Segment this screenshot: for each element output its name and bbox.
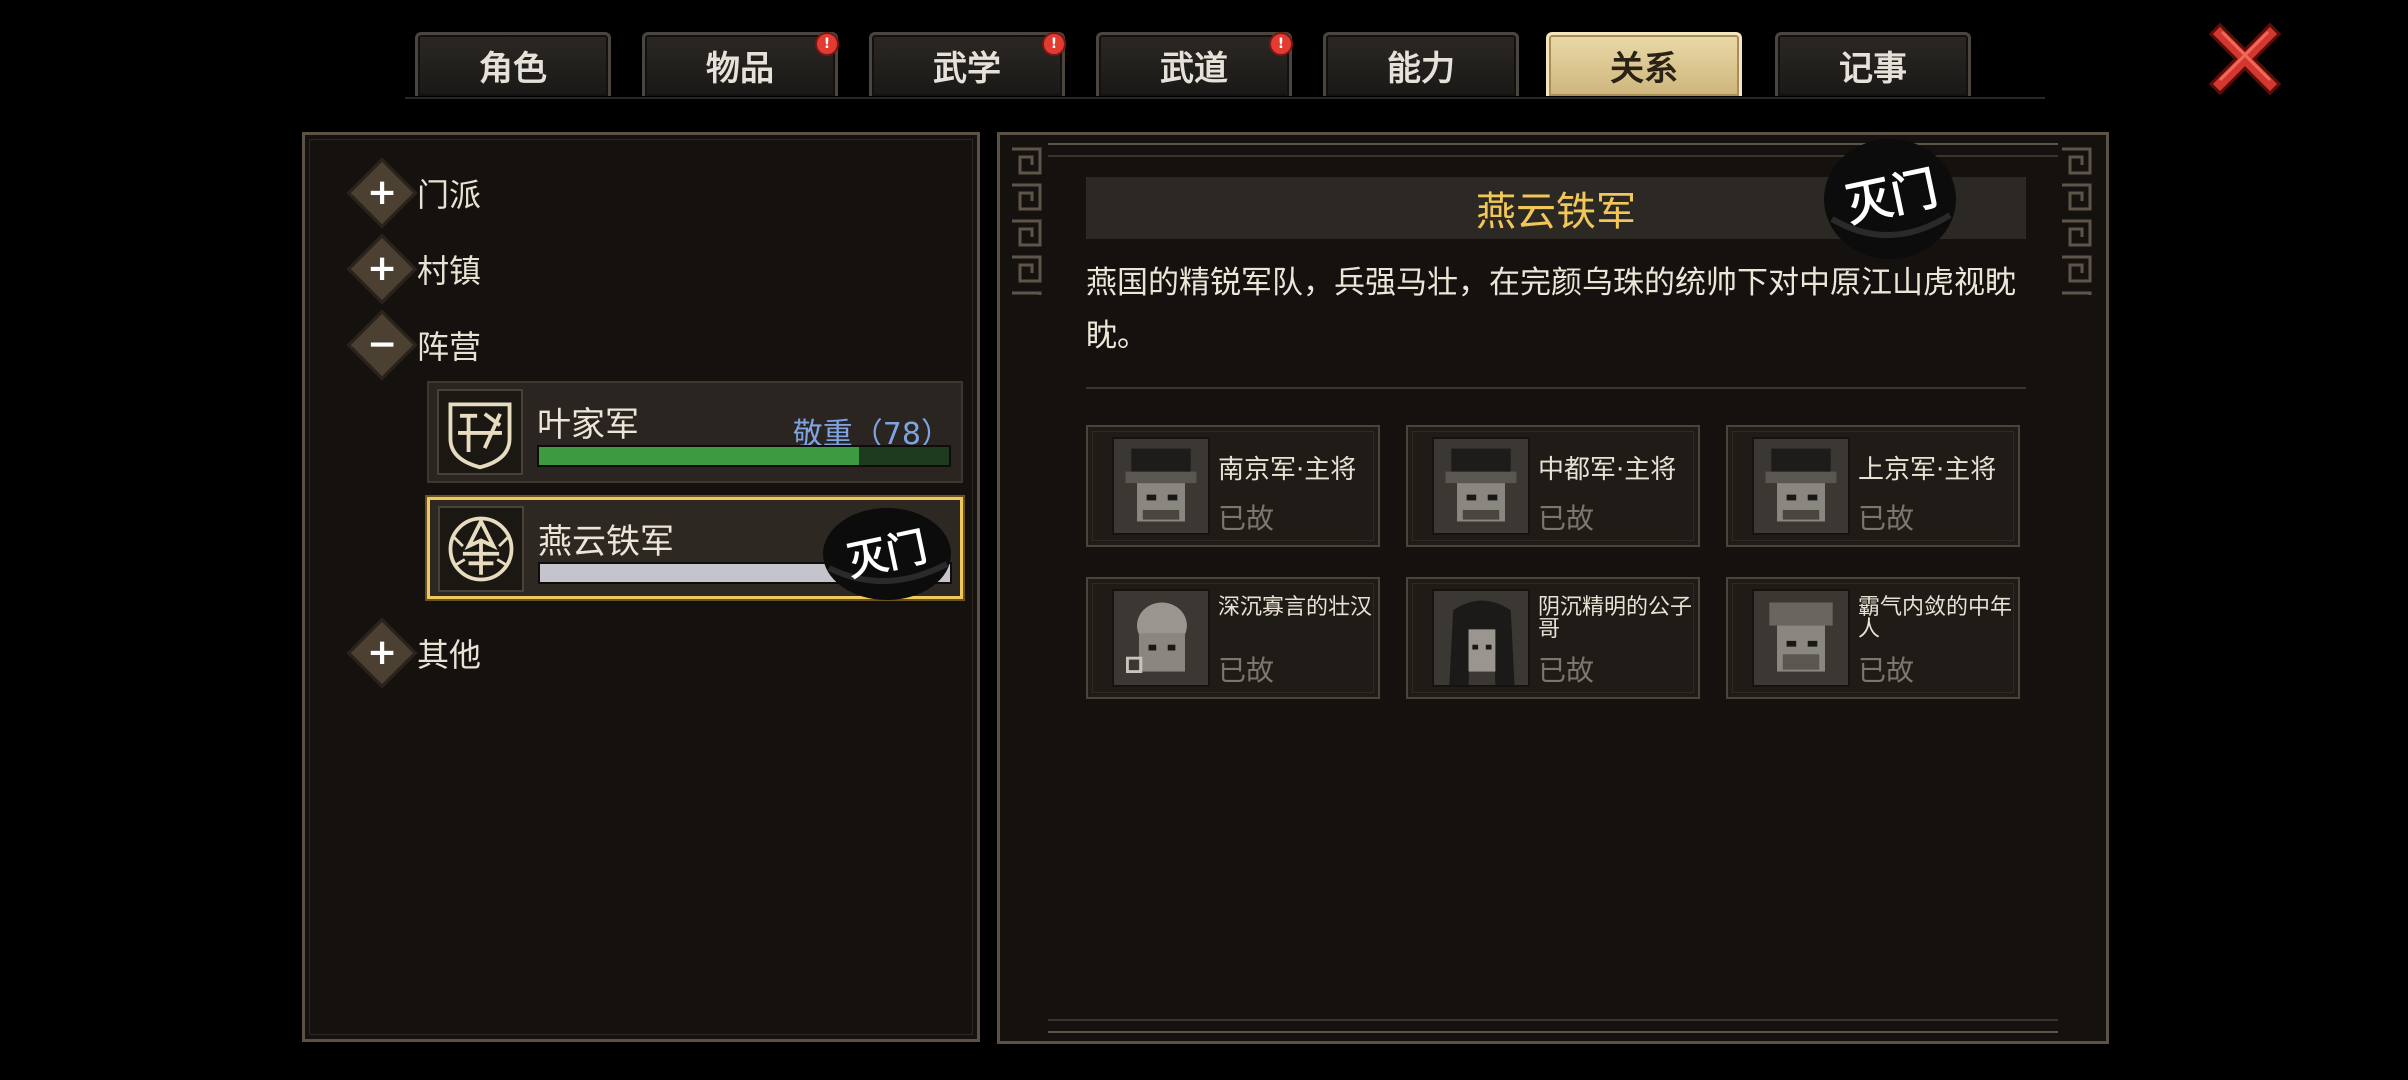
border-bottom-line (1048, 1019, 2058, 1033)
faction-item-yejiajun[interactable]: 叶家军 敬重（78） (427, 381, 963, 483)
notification-badge: ! (815, 32, 839, 56)
faction-detail-panel: 燕云铁军 灭门 燕国的精锐军队，兵强马壮，在完颜乌珠的统帅下对中原江山虎视眈眈。… (997, 132, 2109, 1044)
minus-icon: − (346, 309, 418, 381)
tab-bar: 角色 物品 ! 武学 ! 武道 ! 能力 关系 记事 (0, 0, 2408, 100)
relations-category-panel: + 门派 + 村镇 − 阵营 叶家军 敬重（78） 燕云铁军 灭门 + 其他 (302, 132, 980, 1042)
long-hair-portrait-icon (1432, 589, 1530, 687)
member-name: 中都军·主将 (1538, 455, 1677, 485)
tab-label: 角色 (479, 49, 547, 89)
category-other[interactable]: + 其他 (346, 617, 482, 689)
tab-martial-way[interactable]: 武道 ! (1096, 32, 1293, 96)
tab-label: 关系 (1610, 49, 1678, 89)
faction-name: 叶家军 (537, 405, 639, 445)
tab-relations[interactable]: 关系 (1546, 32, 1742, 96)
tab-items[interactable]: 物品 ! (642, 32, 839, 96)
tab-journal[interactable]: 记事 (1775, 32, 1971, 96)
helmet-portrait-icon (1752, 437, 1850, 535)
member-status: 已故 (1538, 502, 1595, 535)
destroyed-stamp-icon: 灭门 (815, 506, 955, 602)
category-factions[interactable]: − 阵营 (346, 309, 482, 381)
armored-man-portrait-icon (1752, 589, 1850, 687)
plus-icon: + (346, 617, 418, 689)
faction-title: 燕云铁军 (1476, 189, 1636, 235)
faction-name: 燕云铁军 (538, 522, 674, 562)
destroyed-stamp-icon: 灭门 (1820, 135, 1960, 261)
member-name: 南京军·主将 (1218, 455, 1357, 485)
reputation-bar (537, 445, 951, 467)
helmet-portrait-icon (1112, 437, 1210, 535)
member-card[interactable]: 霸气内敛的中年人 已故 (1726, 577, 2020, 699)
member-status: 已故 (1858, 502, 1915, 535)
meander-border-left (1008, 145, 1048, 295)
category-villages[interactable]: + 村镇 (346, 233, 482, 305)
member-card[interactable]: 上京军·主将 已故 (1726, 425, 2020, 547)
divider (1086, 387, 2026, 389)
plus-icon: + (346, 157, 418, 229)
bald-man-portrait-icon (1112, 589, 1210, 687)
notification-badge: ! (1042, 32, 1066, 56)
helmet-portrait-icon (1432, 437, 1530, 535)
notification-badge: ! (1269, 32, 1293, 56)
faction-item-yanyuntiejun[interactable]: 燕云铁军 灭门 (427, 497, 963, 602)
tab-label: 武道 (1160, 49, 1228, 89)
member-name: 霸气内敛的中年人 (1858, 595, 2013, 642)
member-status: 已故 (1218, 654, 1275, 687)
member-card[interactable]: 阴沉精明的公子哥 已故 (1406, 577, 1700, 699)
plus-icon: + (346, 233, 418, 305)
faction-emblem-icon (438, 506, 524, 592)
meander-border-right (2058, 145, 2098, 295)
category-sects[interactable]: + 门派 (346, 157, 482, 229)
category-label: 其他 (417, 636, 482, 674)
tab-label: 记事 (1839, 49, 1907, 89)
tab-martial-arts[interactable]: 武学 ! (869, 32, 1066, 96)
member-card[interactable]: 深沉寡言的壮汉 已故 (1086, 577, 1380, 699)
faction-emblem-icon (437, 389, 523, 475)
reputation-bar-fill (539, 447, 859, 465)
tab-label: 能力 (1387, 49, 1455, 89)
member-status: 已故 (1538, 654, 1595, 687)
tab-label: 物品 (706, 49, 774, 89)
category-label: 村镇 (417, 252, 482, 290)
member-name: 深沉寡言的壮汉 (1218, 595, 1373, 620)
member-name: 上京军·主将 (1858, 455, 1997, 485)
tab-label: 武学 (933, 49, 1001, 89)
tab-character[interactable]: 角色 (415, 32, 611, 96)
member-status: 已故 (1858, 654, 1915, 687)
member-card[interactable]: 中都军·主将 已故 (1406, 425, 1700, 547)
tab-abilities[interactable]: 能力 (1323, 32, 1519, 96)
member-name: 阴沉精明的公子哥 (1538, 595, 1693, 642)
faction-description: 燕国的精锐军队，兵强马壮，在完颜乌珠的统帅下对中原江山虎视眈眈。 (1086, 265, 2016, 354)
category-label: 门派 (417, 176, 482, 214)
member-card[interactable]: 南京军·主将 已故 (1086, 425, 1380, 547)
close-icon[interactable] (2208, 22, 2282, 96)
member-status: 已故 (1218, 502, 1275, 535)
category-label: 阵营 (417, 328, 482, 366)
tab-baseline (405, 97, 2045, 99)
